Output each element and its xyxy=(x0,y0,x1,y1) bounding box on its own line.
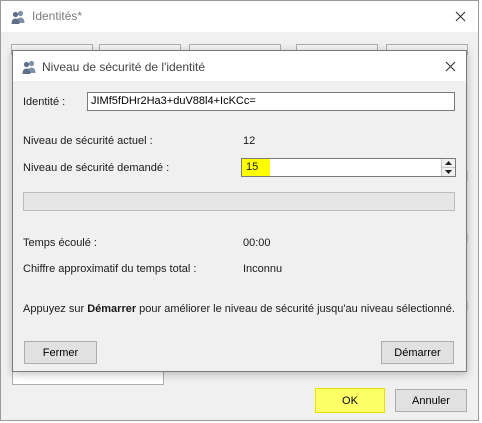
stepper-up-button[interactable] xyxy=(442,159,455,168)
stepper-down-button[interactable] xyxy=(442,168,455,176)
cancel-button[interactable]: Annuler xyxy=(395,389,467,412)
users-icon xyxy=(11,10,25,24)
progress-bar xyxy=(23,192,455,211)
instruction-message: Appuyez sur Démarrer pour améliorer le n… xyxy=(23,303,455,315)
window-titlebar: Identités* xyxy=(1,1,478,32)
close-icon xyxy=(445,61,455,71)
window-title: Identités* xyxy=(32,9,83,23)
window-close-button[interactable] xyxy=(450,6,470,26)
chevron-down-icon xyxy=(445,170,452,174)
ok-button[interactable]: OK xyxy=(315,388,385,413)
users-icon xyxy=(22,60,36,74)
requested-level-value[interactable]: 15 xyxy=(242,159,270,176)
dialog-close-button[interactable] xyxy=(440,56,460,76)
elapsed-label: Temps écoulé : xyxy=(23,237,97,249)
dialog-title: Niveau de sécurité de l'identité xyxy=(42,60,206,74)
current-level-value: 12 xyxy=(243,135,256,147)
security-level-dialog: Niveau de sécurité de l'identité Identit… xyxy=(12,50,467,372)
close-icon xyxy=(455,11,465,21)
dialog-titlebar: Niveau de sécurité de l'identité xyxy=(13,51,466,81)
requested-level-label: Niveau de sécurité demandé : xyxy=(23,162,170,174)
close-button[interactable]: Fermer xyxy=(24,341,97,364)
estimate-value: Inconnu xyxy=(243,263,283,275)
stepper-buttons xyxy=(441,159,455,176)
message-start-keyword: Démarrer xyxy=(87,303,137,315)
current-level-label: Niveau de sécurité actuel : xyxy=(23,135,153,147)
message-prefix: Appuyez sur xyxy=(23,303,88,315)
requested-level-stepper[interactable]: 15 xyxy=(241,158,456,177)
identity-label: Identité : xyxy=(23,96,66,108)
identity-field[interactable]: JIMf5fDHr2Ha3+duV88l4+IcKCc= xyxy=(87,92,455,111)
chevron-up-icon xyxy=(445,161,452,165)
start-button[interactable]: Démarrer xyxy=(381,341,454,364)
estimate-label: Chiffre approximatif du temps total : xyxy=(23,263,197,275)
message-suffix: pour améliorer le niveau de sécurité jus… xyxy=(136,303,455,315)
elapsed-value: 00:00 xyxy=(243,237,271,249)
